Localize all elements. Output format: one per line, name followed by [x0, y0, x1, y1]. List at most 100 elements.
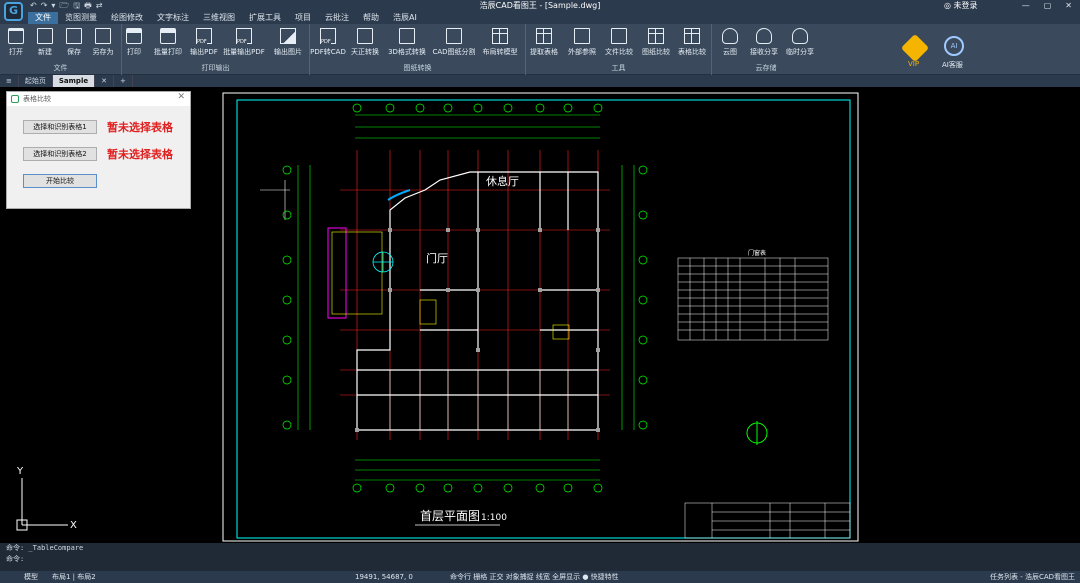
window-title: 浩辰CAD看图王 - [Sample.dwg]: [479, 1, 601, 10]
new-file-icon: [37, 28, 53, 44]
title-bar: G ↶ ↷ ▾ 🗁 🖫 🖶 ⇄ 浩辰CAD看图王 - [Sample.dwg] …: [0, 0, 1080, 21]
menu-bar: 文件 览图测量 绘图修改 文字标注 三维视图 扩展工具 项目 云批注 帮助 浩辰…: [0, 12, 1080, 24]
split-drawing-button[interactable]: CAD图纸分割: [432, 26, 476, 57]
menu-extensions[interactable]: 扩展工具: [242, 12, 288, 24]
model-tab[interactable]: 模型: [24, 571, 38, 583]
batch-export-pdf-button[interactable]: 批量输出PDF: [223, 26, 265, 57]
close-button[interactable]: ✕: [1065, 0, 1072, 12]
ucs-y-label: Y: [16, 466, 24, 477]
menu-browse-measure[interactable]: 览图测量: [58, 12, 104, 24]
tabs-menu-icon[interactable]: ≡: [0, 75, 19, 87]
split-icon: [446, 28, 462, 44]
menu-3d-view[interactable]: 三维视图: [196, 12, 242, 24]
menu-ai[interactable]: 浩辰AI: [386, 12, 424, 24]
new-tab-button[interactable]: +: [114, 75, 133, 87]
table2-status: 暂未选择表格: [107, 148, 173, 161]
pdf-convert-icon: [320, 28, 336, 45]
menu-draw-modify[interactable]: 绘图修改: [104, 12, 150, 24]
ucs-icon: [16, 478, 68, 531]
ribbon-group-convert: PDF转CAD 天正转换 3D格式转换 CAD图纸分割 布局转模型 图纸转换: [310, 24, 526, 75]
table-title: 门窗表: [748, 249, 766, 257]
file-compare-button[interactable]: 文件比较: [603, 26, 635, 57]
select-table1-button[interactable]: 选择和识别表格1: [23, 120, 97, 134]
tab-start-page[interactable]: 起始页: [19, 75, 53, 87]
temp-share-button[interactable]: 临时分享: [784, 26, 816, 57]
north-arrow: [746, 421, 768, 445]
3d-convert-button[interactable]: 3D格式转换: [388, 26, 426, 57]
grid-lines: [340, 150, 610, 440]
open-button[interactable]: 打开: [0, 26, 32, 57]
save-as-button[interactable]: 另存为: [87, 26, 119, 57]
group-label: 文件: [53, 64, 68, 72]
menu-file[interactable]: 文件: [28, 12, 58, 24]
export-pdf-button[interactable]: 输出PDF: [188, 26, 220, 57]
axis-bubbles: [282, 103, 648, 493]
receive-share-button[interactable]: 接收分享: [748, 26, 780, 57]
export-image-button[interactable]: 输出图片: [272, 26, 304, 57]
start-compare-button[interactable]: 开始比较: [23, 174, 97, 188]
group-label: 工具: [611, 64, 626, 72]
tab-close-icon[interactable]: ✕: [95, 75, 114, 87]
layout-to-model-button[interactable]: 布局转模型: [483, 26, 518, 57]
window-controls: — ▢ ✕: [1022, 0, 1072, 12]
pdf-icon: [196, 28, 212, 45]
dialog-app-icon: [11, 95, 19, 103]
ai-service-icon[interactable]: AI: [944, 36, 964, 56]
curved-glass-wall: [387, 189, 411, 201]
file-compare-icon: [611, 28, 627, 44]
ai-service-label[interactable]: AI客服: [942, 60, 963, 70]
group-label: 打印输出: [201, 64, 230, 72]
tab-sample[interactable]: Sample: [52, 75, 96, 87]
command-input[interactable]: 命令:: [0, 554, 1080, 565]
sheet-inner-border: [236, 99, 851, 539]
table-compare-button[interactable]: 表格比较: [676, 26, 708, 57]
menu-help[interactable]: 帮助: [356, 12, 386, 24]
command-line[interactable]: 命令: _TableCompare 命令:: [0, 543, 1080, 571]
ribbon-group-cloud: 云图 接收分享 临时分享 云存储: [712, 24, 820, 75]
menu-project[interactable]: 项目: [288, 12, 318, 24]
table-compare-icon: [684, 28, 700, 44]
dialog-close-button[interactable]: ✕: [177, 92, 185, 102]
save-button[interactable]: 保存: [58, 26, 90, 57]
batch-print-button[interactable]: 批量打印: [152, 26, 184, 57]
extract-table-button[interactable]: 提取表格: [528, 26, 560, 57]
app-logo-icon[interactable]: G: [4, 2, 23, 21]
group-label: 图纸转换: [403, 64, 432, 72]
plan-scale: 1:100: [481, 513, 507, 523]
select-table2-button[interactable]: 选择和识别表格2: [23, 147, 97, 161]
room-label-lounge: 休息厅: [486, 174, 519, 188]
ucs-x-label: X: [70, 520, 77, 531]
dialog-title: 表格比较: [7, 92, 190, 106]
new-button[interactable]: 新建: [29, 26, 61, 57]
cloud-upload-icon: [792, 28, 808, 44]
batch-printer-icon: [160, 28, 176, 44]
login-status[interactable]: ◎ 未登录: [944, 0, 978, 12]
status-bar: 模型 布局1 | 布局2 19491, 54687, 0 命令行 栅格 正交 对…: [0, 571, 1080, 583]
room-label-lobby: 门厅: [426, 251, 448, 265]
print-button[interactable]: 打印: [118, 26, 150, 57]
cloud-download-icon: [756, 28, 772, 44]
tangent-convert-button[interactable]: 天正转换: [349, 26, 381, 57]
menu-text-annotate[interactable]: 文字标注: [150, 12, 196, 24]
xref-icon: [574, 28, 590, 44]
walls: [356, 171, 599, 431]
xref-button[interactable]: 外部参照: [566, 26, 598, 57]
maximize-button[interactable]: ▢: [1044, 0, 1052, 12]
drafting-toggles[interactable]: 命令行 栅格 正交 对象捕捉 线宽 全屏显示 ● 快捷特性: [450, 571, 619, 583]
title-block: [684, 502, 851, 539]
save-as-icon: [95, 28, 111, 44]
minimize-button[interactable]: —: [1022, 0, 1030, 12]
menu-cloud-annotate[interactable]: 云批注: [318, 12, 356, 24]
layout-tabs[interactable]: 布局1 | 布局2: [52, 571, 96, 583]
vip-label[interactable]: VIP: [908, 60, 919, 68]
ribbon-group-tools: 提取表格 外部参照 文件比较 图纸比较 表格比较 工具: [526, 24, 712, 75]
task-list[interactable]: 任务列表 - 浩辰CAD看图王: [990, 571, 1075, 583]
cloud-drawing-button[interactable]: 云图: [714, 26, 746, 57]
drawing-compare-button[interactable]: 图纸比较: [640, 26, 672, 57]
printer-icon: [126, 28, 142, 44]
pdf-to-cad-button[interactable]: PDF转CAD: [310, 26, 346, 57]
dimension-lines: [260, 114, 635, 481]
room-divisions: [389, 370, 569, 430]
drawing-compare-icon: [648, 28, 664, 44]
layout-icon: [492, 28, 508, 44]
